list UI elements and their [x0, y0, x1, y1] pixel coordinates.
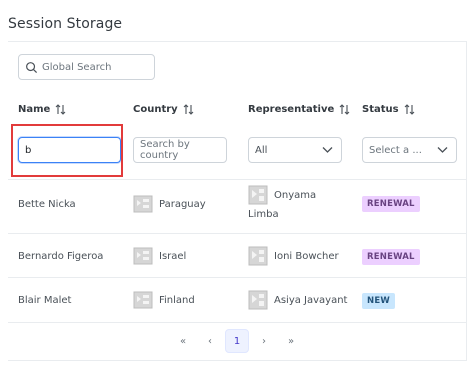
name-cell: Blair Malet: [18, 295, 72, 306]
chevron-down-icon: [437, 147, 448, 153]
avatar-placeholder-icon: [248, 185, 268, 205]
chevron-down-icon: [322, 147, 333, 153]
status-filter-placeholder: Select a ...: [369, 144, 422, 156]
representative-name: Ioni Bowcher: [274, 251, 339, 262]
global-search-input[interactable]: [42, 61, 142, 73]
avatar-placeholder-icon: [248, 290, 268, 310]
country-cell: Israel: [133, 246, 186, 266]
first-page-button[interactable]: «: [171, 329, 195, 353]
table-row[interactable]: Blair Malet Finland Asiya Javayant NEW: [8, 278, 467, 323]
name-cell: Bernardo Figeroa: [18, 251, 104, 262]
country-filter-input[interactable]: Search by country: [133, 137, 227, 163]
last-page-button[interactable]: »: [279, 329, 303, 353]
sort-icon[interactable]: [339, 104, 350, 115]
column-header-label: Representative: [248, 104, 335, 115]
table-header: Name Country Representative Status: [8, 94, 467, 124]
page-1-button[interactable]: 1: [225, 329, 249, 353]
status-badge: RENEWAL: [362, 249, 420, 265]
status-badge: RENEWAL: [362, 196, 420, 212]
paginator: « ‹ 1 › »: [8, 323, 467, 361]
table-row[interactable]: Bernardo Figeroa Israel Ioni Bowcher REN…: [8, 234, 467, 278]
flag-placeholder-icon: [133, 291, 153, 309]
column-header-country[interactable]: Country: [133, 104, 194, 115]
country-name: Finland: [159, 295, 195, 306]
global-search-field[interactable]: [18, 54, 155, 80]
avatar-placeholder-icon: [248, 246, 268, 266]
country-filter-placeholder: Search by country: [140, 139, 190, 161]
column-header-label: Country: [133, 104, 178, 115]
flag-placeholder-icon: [133, 195, 153, 213]
representative-name-line1: Onyama: [274, 190, 317, 201]
representative-name-line2: Limba: [248, 209, 279, 220]
representative-filter-value: All: [255, 144, 268, 156]
country-cell: Paraguay: [133, 194, 206, 214]
next-page-button[interactable]: ›: [252, 329, 276, 353]
representative-filter-dropdown[interactable]: All: [248, 137, 342, 163]
column-header-name[interactable]: Name: [18, 104, 66, 115]
representative-name: Asiya Javayant: [274, 295, 348, 306]
page-title: Session Storage: [8, 16, 123, 32]
column-header-label: Name: [18, 104, 51, 115]
flag-placeholder-icon: [133, 247, 153, 265]
prev-page-button[interactable]: ‹: [198, 329, 222, 353]
country-name: Paraguay: [159, 199, 206, 210]
table-row[interactable]: Bette Nicka Paraguay Onyama Limba RENEWA…: [8, 180, 467, 234]
sort-icon[interactable]: [183, 104, 194, 115]
sort-icon[interactable]: [404, 104, 415, 115]
search-icon: [26, 61, 38, 73]
status-badge: NEW: [362, 293, 395, 309]
column-header-label: Status: [362, 104, 399, 115]
column-header-representative[interactable]: Representative: [248, 104, 350, 115]
representative-cell: Ioni Bowcher: [248, 246, 339, 266]
status-filter-dropdown[interactable]: Select a ...: [362, 137, 457, 163]
name-cell: Bette Nicka: [18, 199, 76, 210]
representative-cell: Asiya Javayant: [248, 290, 347, 310]
name-filter-highlight: [11, 124, 123, 177]
sort-icon[interactable]: [55, 104, 66, 115]
representative-cell: Onyama Limba: [248, 185, 316, 224]
country-cell: Finland: [133, 290, 195, 310]
column-header-status[interactable]: Status: [362, 104, 415, 115]
country-name: Israel: [159, 251, 187, 262]
